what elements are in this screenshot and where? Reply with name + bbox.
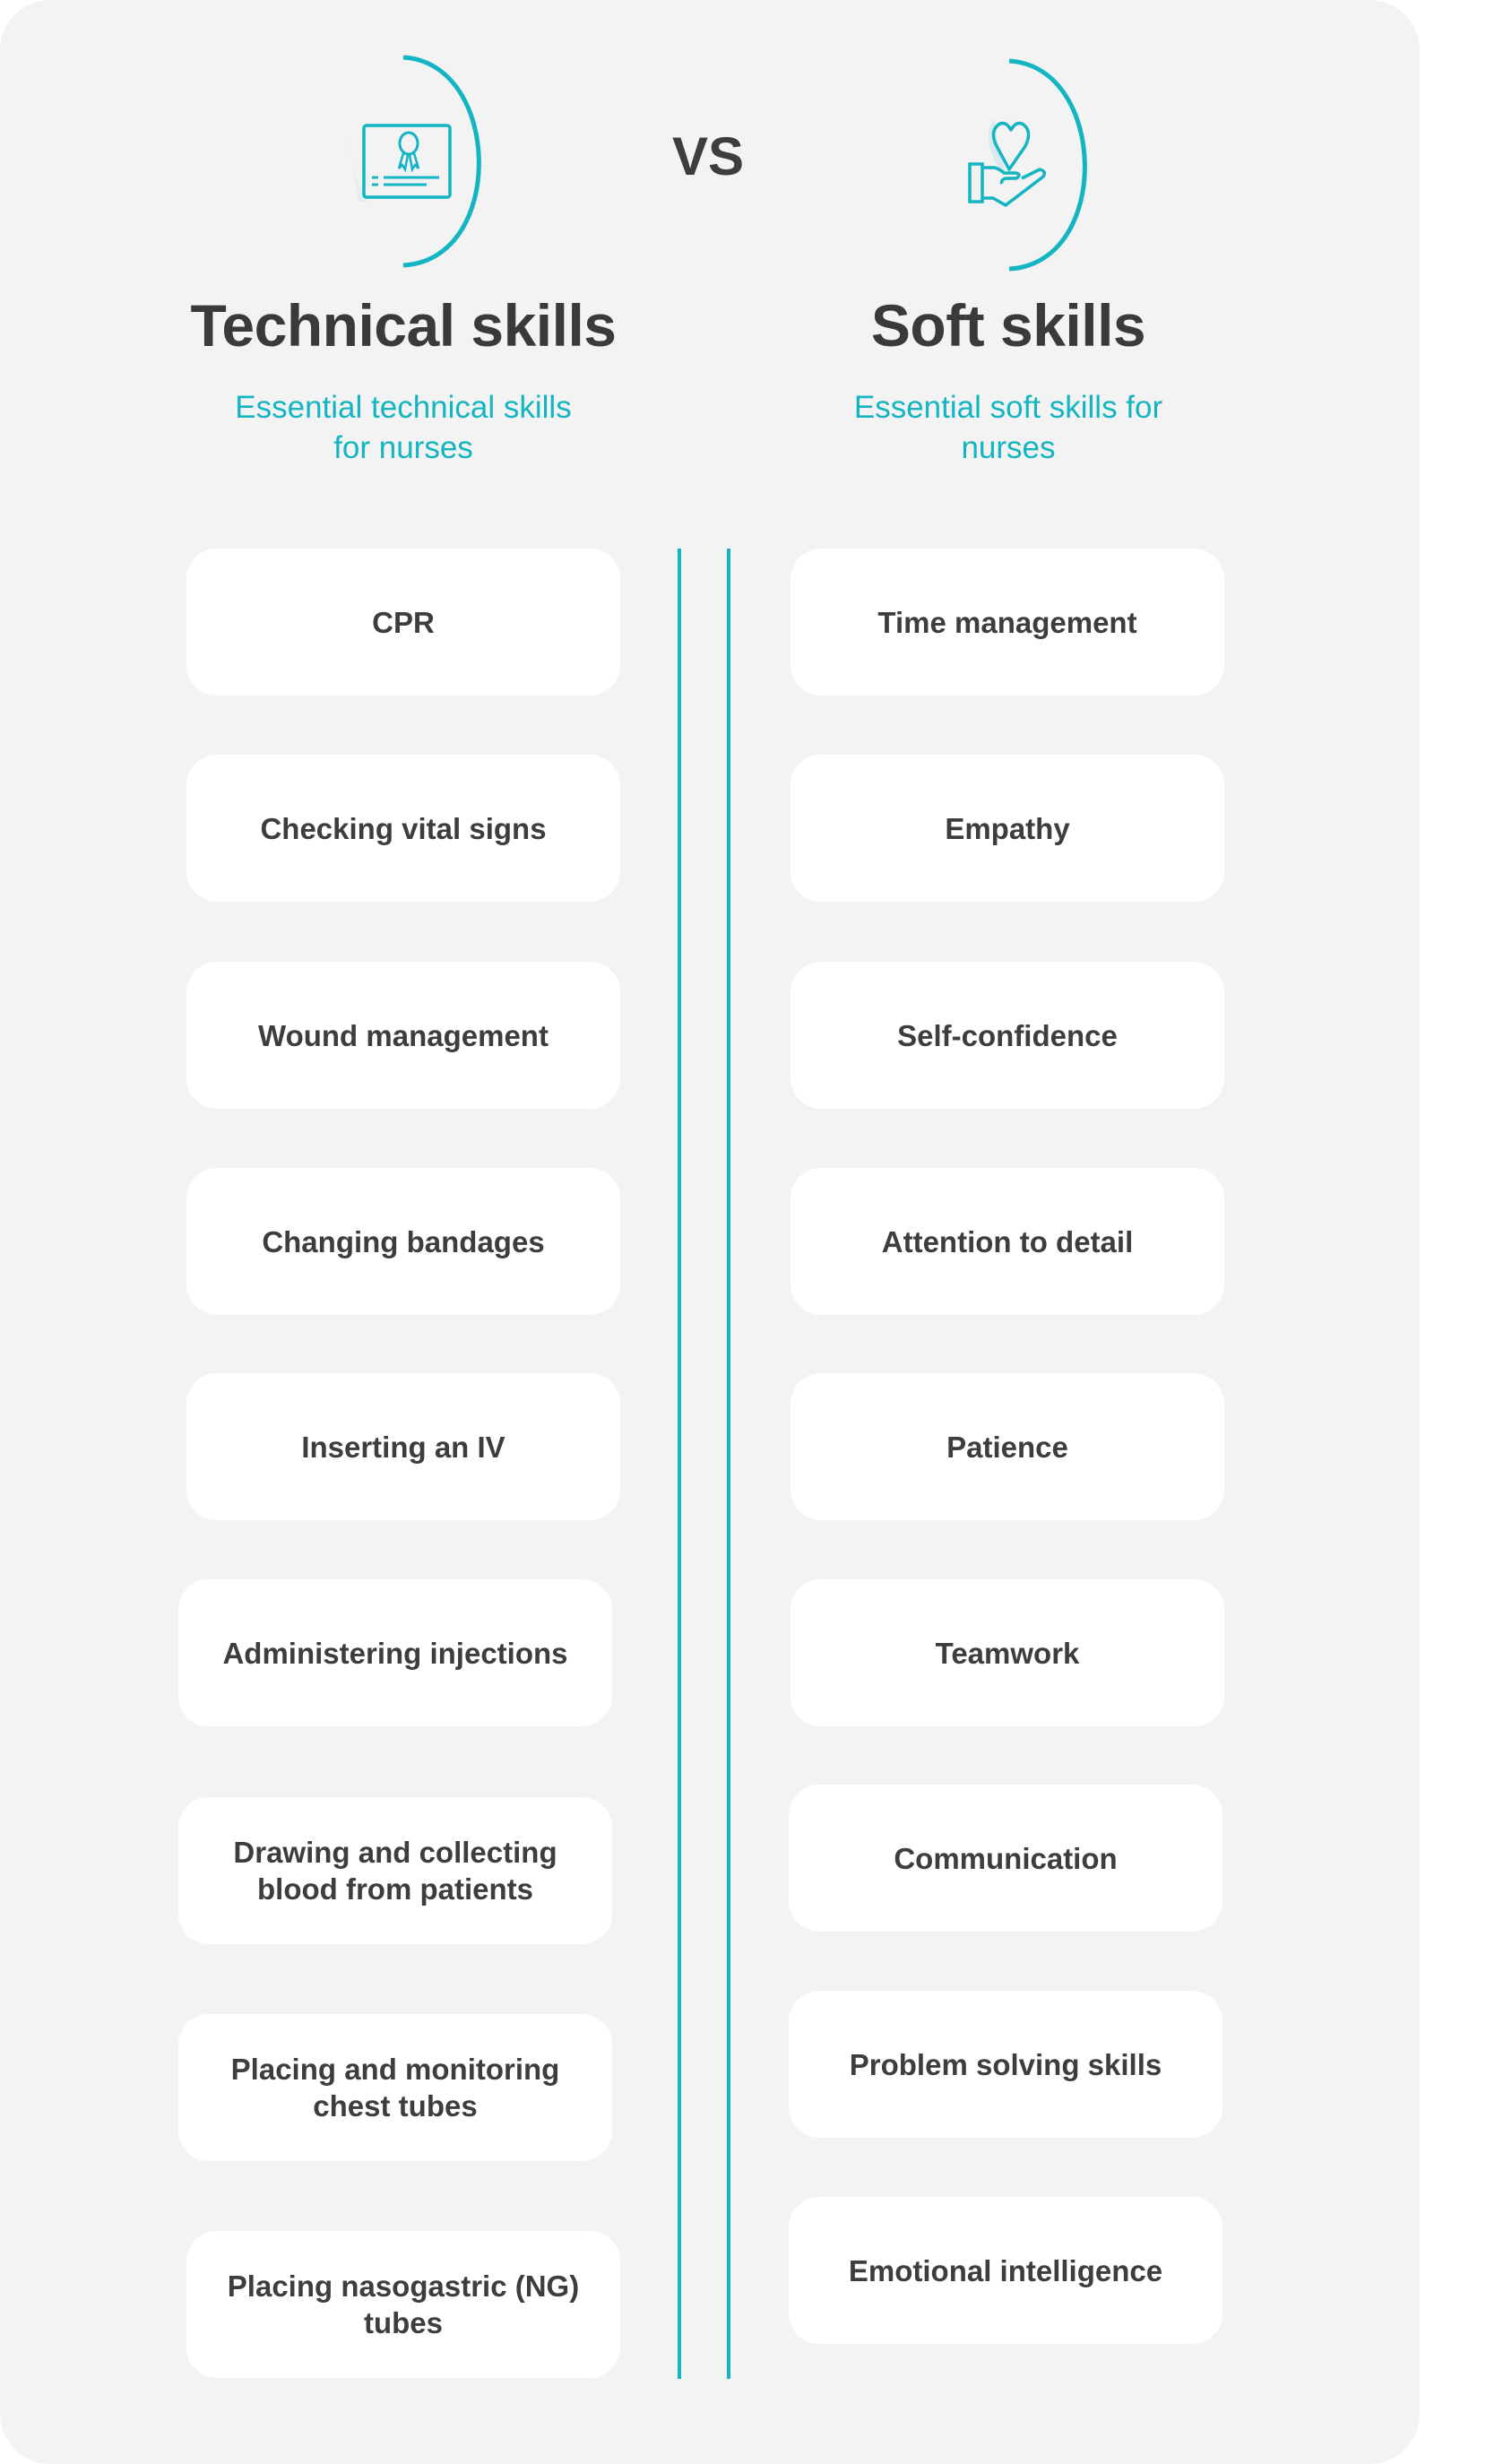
skill-label: Placing and monitoring chest tubes [230, 2053, 560, 2122]
heart-in-hand-icon [968, 119, 1047, 207]
skill-label: Changing bandages [262, 1224, 545, 1258]
skill-label: Administering injections [222, 1636, 568, 1670]
skill-label: CPR [372, 605, 435, 639]
technical-skill-item: Checking vital signs [186, 755, 620, 902]
soft-skill-item: Empathy [791, 755, 1224, 902]
technical-subtitle-line1: Essential technical skills [235, 390, 572, 425]
skill-label: Wound management [258, 1018, 549, 1052]
skill-label: Emotional intelligence [848, 2253, 1163, 2287]
soft-subtitle: Essential soft skills for nurses [820, 387, 1197, 468]
vs-label: VS [671, 126, 745, 186]
soft-skill-item: Communication [789, 1785, 1222, 1932]
technical-subtitle: Essential technical skills for nurses [215, 387, 592, 468]
technical-title: Technical skills [190, 292, 617, 359]
soft-skill-item: Time management [791, 549, 1224, 696]
soft-skill-item: Self-confidence [791, 962, 1224, 1109]
soft-skill-item: Problem solving skills [789, 1991, 1222, 2138]
technical-skill-item: Changing bandages [186, 1168, 620, 1315]
skill-label: Communication [894, 1841, 1118, 1875]
technical-skill-item: Administering injections [178, 1579, 612, 1726]
technical-skill-item: Wound management [186, 962, 620, 1109]
infographic-card: VS Technical skills Soft skills Essentia… [0, 0, 1420, 2464]
skill-label: Empathy [945, 811, 1070, 845]
soft-skill-item: Attention to detail [791, 1168, 1224, 1315]
skill-label: Time management [877, 605, 1137, 639]
skill-label: Inserting an IV [301, 1430, 505, 1464]
soft-title: Soft skills [870, 292, 1146, 359]
skill-label: Problem solving skills [849, 2047, 1162, 2081]
skill-label: Placing nasogastric (NG) tubes [227, 2269, 580, 2339]
certificate-icon [348, 124, 452, 202]
divider-line-right [727, 549, 730, 2379]
divider-line-left [678, 549, 681, 2379]
technical-subtitle-line2: for nurses [333, 430, 473, 465]
soft-skill-item: Emotional intelligence [789, 2197, 1222, 2344]
soft-subtitle-line1: Essential soft skills for [853, 390, 1163, 425]
soft-subtitle-line2: nurses [961, 430, 1056, 465]
skill-label: Drawing and collecting blood from patien… [233, 1836, 557, 1906]
soft-skill-item: Teamwork [791, 1579, 1224, 1726]
technical-skill-item: Drawing and collecting blood from patien… [178, 1797, 612, 1944]
technical-skill-item: Placing and monitoring chest tubes [178, 2014, 612, 2161]
soft-skill-item: Patience [791, 1373, 1224, 1520]
skill-label: Checking vital signs [260, 811, 547, 845]
skill-label: Self-confidence [897, 1018, 1118, 1052]
technical-skill-item: CPR [186, 549, 620, 696]
skill-label: Patience [946, 1430, 1068, 1464]
skill-label: Attention to detail [881, 1224, 1134, 1258]
skill-label: Teamwork [935, 1636, 1080, 1670]
technical-skill-item: Inserting an IV [186, 1373, 620, 1520]
technical-skill-item: Placing nasogastric (NG) tubes [186, 2231, 620, 2378]
